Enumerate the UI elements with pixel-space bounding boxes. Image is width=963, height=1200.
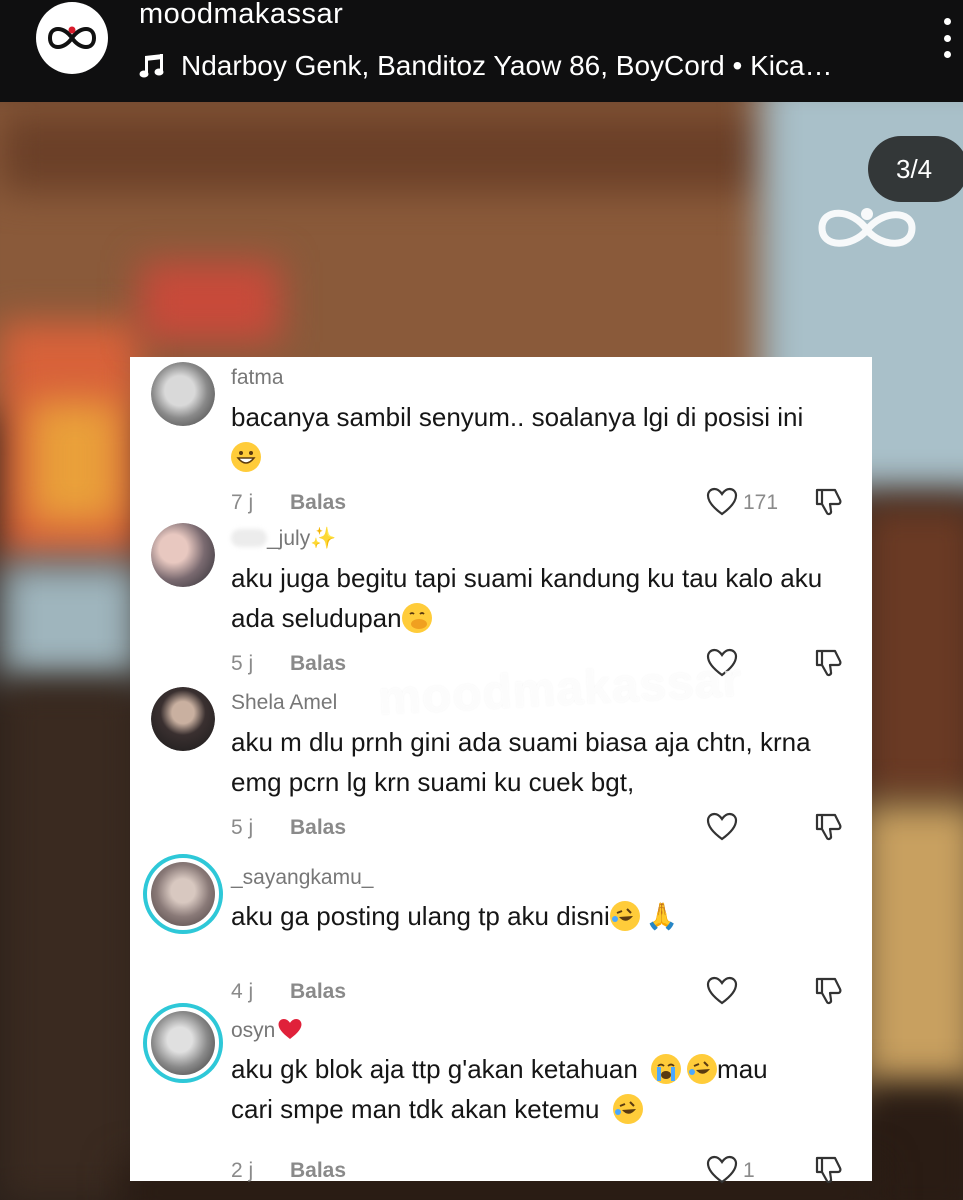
like-count: 171: [743, 491, 779, 514]
comment-text: aku ga posting ulang tp aku disni 🙏: [231, 896, 861, 936]
red-heart-icon: [278, 1019, 302, 1039]
heart-icon[interactable]: [705, 1153, 739, 1187]
comment-username[interactable]: fatma: [231, 366, 284, 390]
comment-text: aku gk blok aja ttp g'akan ketahuan mau …: [231, 1054, 768, 1124]
heart-icon[interactable]: [705, 974, 739, 1008]
comment-text: aku juga begitu tapi suami kandung ku ta…: [231, 563, 823, 633]
dislike-icon[interactable]: [811, 810, 845, 844]
watermark-logo-icon: [818, 208, 916, 247]
avatar[interactable]: [151, 523, 215, 587]
comment-time: 4 j: [231, 980, 254, 1003]
comment-meta: 7 j Balas 171: [231, 487, 871, 521]
comment-time: 5 j: [231, 652, 254, 675]
comment-username[interactable]: Shela Amel: [231, 691, 337, 715]
comment-time: 7 j: [231, 491, 254, 514]
comment-meta: 2 j Balas 1: [231, 1155, 871, 1189]
face-with-hand-over-mouth-icon: [401, 603, 432, 633]
rofl-emoji-icon: [687, 1054, 718, 1084]
heart-icon[interactable]: [705, 810, 739, 844]
comments-screenshot: fatma bacanya sambil senyum.. soalanya l…: [130, 357, 872, 1184]
reply-button[interactable]: Balas: [290, 652, 346, 676]
comment-text: aku m dlu prnh gini ada suami biasa aja …: [231, 727, 811, 797]
account-avatar[interactable]: [36, 2, 108, 74]
heart-icon[interactable]: [705, 485, 739, 519]
dislike-icon[interactable]: [811, 1153, 845, 1187]
sparkles-icon: ✨: [310, 527, 337, 550]
dislike-icon[interactable]: [811, 646, 845, 680]
comment-username[interactable]: osyn: [231, 1017, 303, 1043]
avatar-with-story-ring[interactable]: [143, 854, 223, 934]
reply-button[interactable]: Balas: [290, 491, 346, 515]
story-header: moodmakassar Ndarboy Genk, Banditoz Yaow…: [0, 0, 963, 102]
grinning-emoji-icon: [231, 442, 261, 472]
reply-button[interactable]: Balas: [290, 816, 346, 840]
music-info[interactable]: Ndarboy Genk, Banditoz Yaow 86, BoyCord …: [139, 46, 833, 86]
reply-button[interactable]: Balas: [290, 980, 346, 1004]
crying-emoji-icon: [651, 1054, 682, 1084]
rofl-emoji-icon: [609, 901, 640, 931]
folded-hands-icon: 🙏: [645, 901, 679, 931]
dislike-icon[interactable]: [811, 974, 845, 1008]
comment-meta: 5 j Balas: [231, 812, 871, 846]
reply-button[interactable]: Balas: [290, 1159, 346, 1183]
dislike-icon[interactable]: [811, 485, 845, 519]
comment-username[interactable]: _july✨: [231, 527, 336, 551]
comment-meta: 4 j Balas: [231, 976, 871, 1010]
like-count: 1: [743, 1159, 755, 1182]
avatar[interactable]: [151, 687, 215, 751]
comment-text: bacanya sambil senyum.. soalanya lgi di …: [231, 397, 861, 477]
music-text: Ndarboy Genk, Banditoz Yaow 86, BoyCord …: [181, 50, 833, 81]
rofl-emoji-icon: [612, 1094, 643, 1124]
comment-time: 2 j: [231, 1159, 254, 1182]
page-counter: 3/4: [868, 136, 963, 202]
avatar[interactable]: [151, 362, 215, 426]
avatar-with-story-ring[interactable]: [143, 1003, 223, 1083]
comment-username[interactable]: _sayangkamu_: [231, 866, 373, 890]
more-options-icon[interactable]: [930, 14, 963, 62]
infinity-logo-icon: [47, 26, 97, 49]
music-note-icon: [139, 54, 164, 78]
comment-time: 5 j: [231, 816, 254, 839]
account-name[interactable]: moodmakassar: [139, 0, 343, 31]
